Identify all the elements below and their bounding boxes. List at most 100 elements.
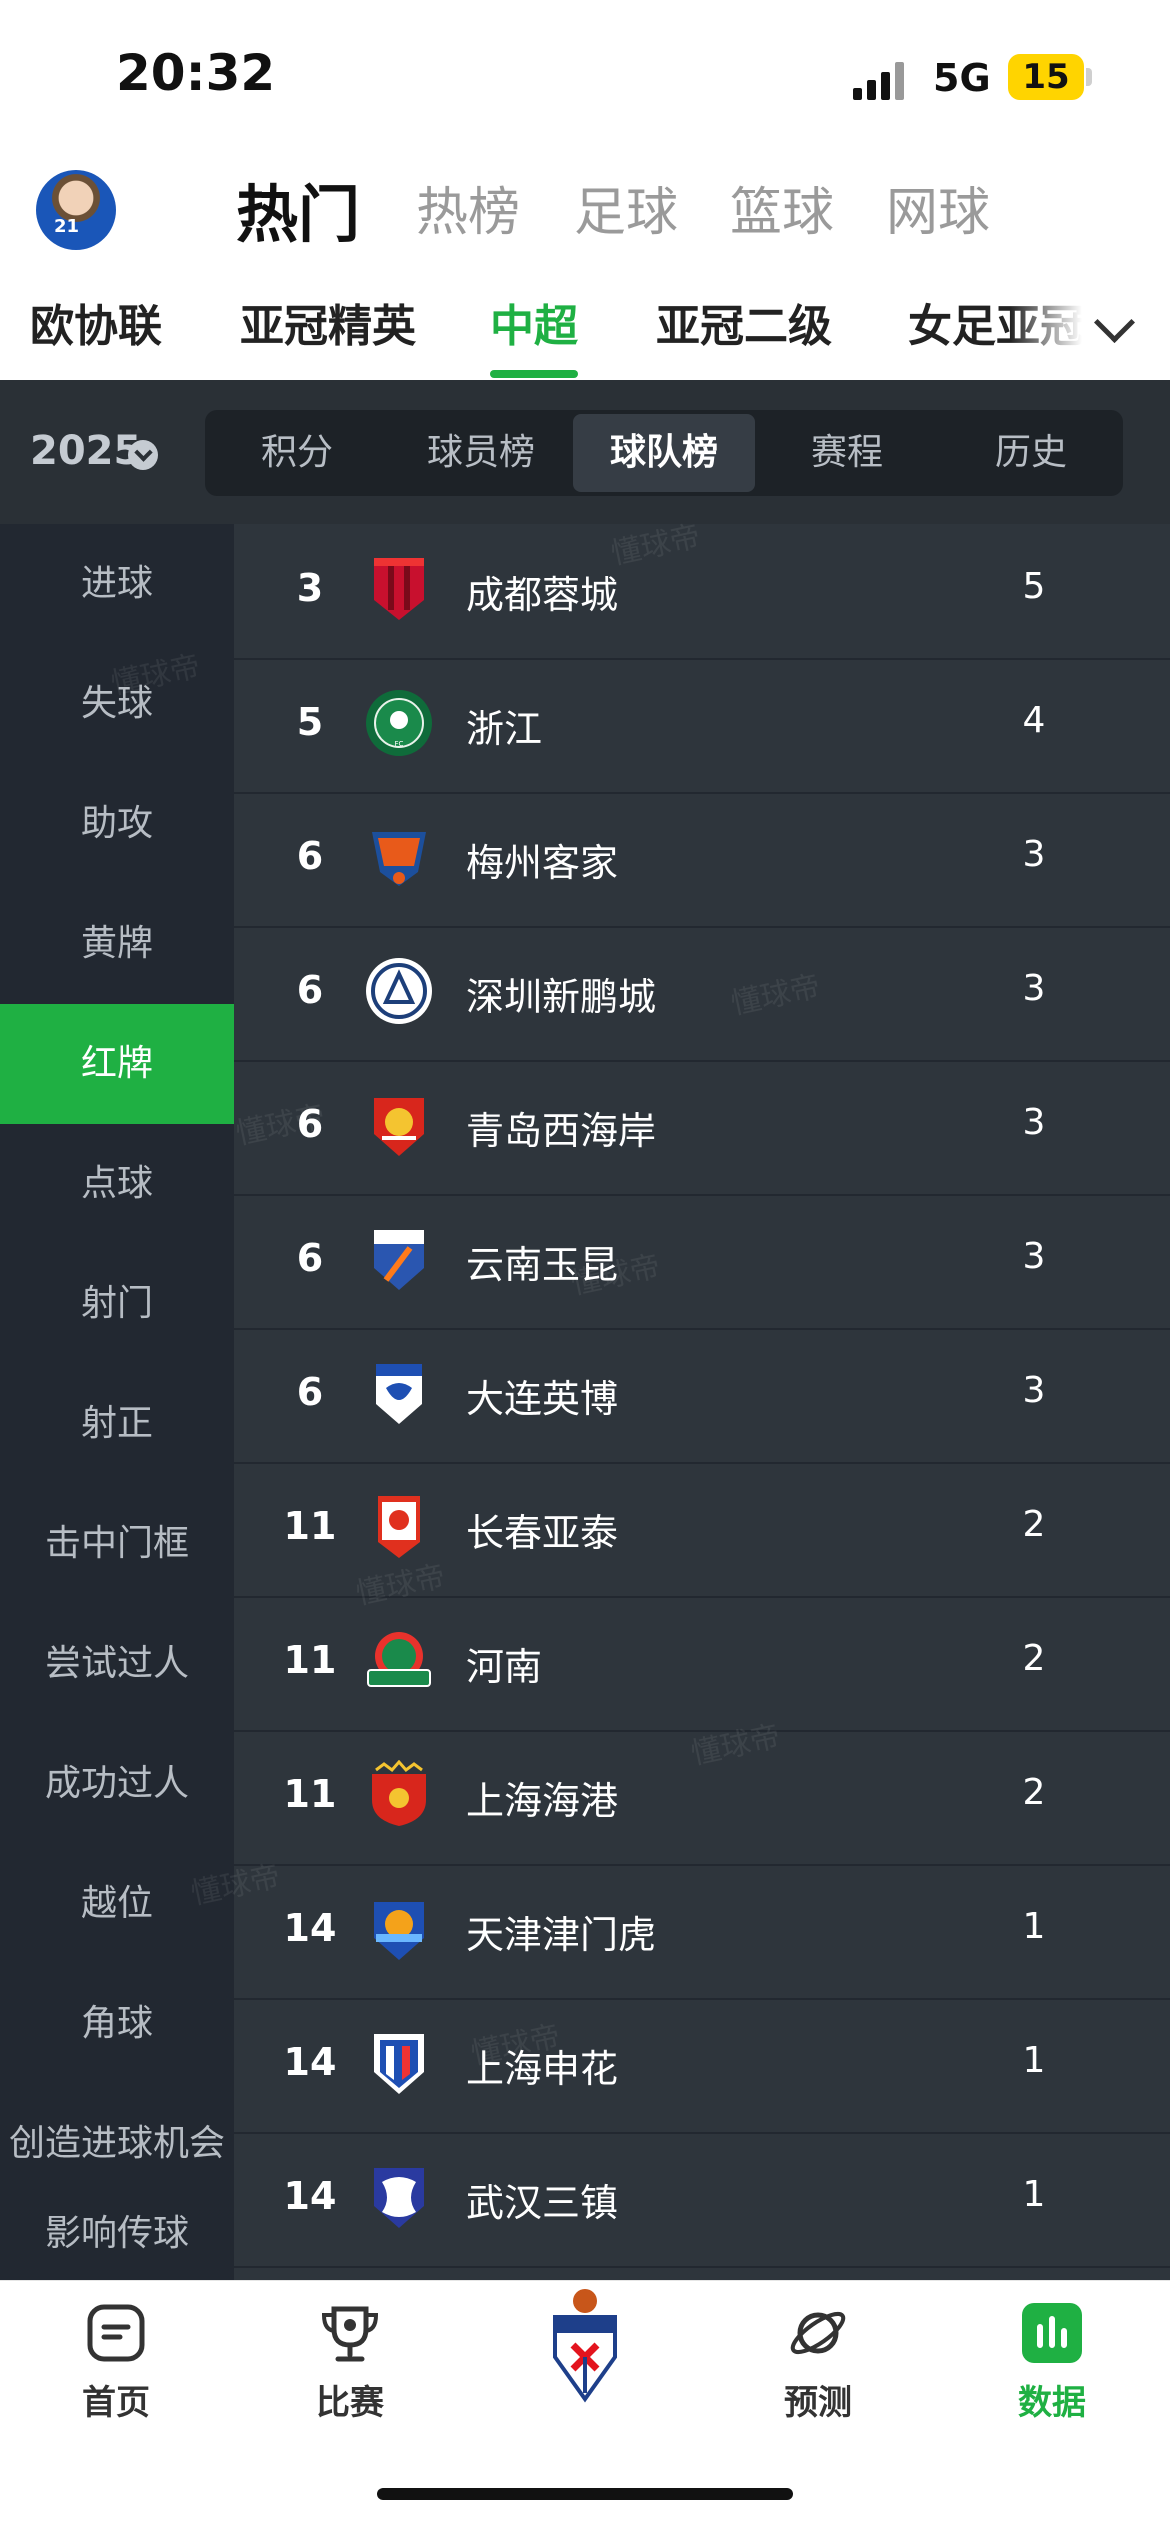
table-row[interactable]: 6 梅州客家 3 bbox=[234, 792, 1170, 928]
tab-basketball[interactable]: 篮球 bbox=[730, 170, 834, 245]
nav-predictions-label: 预测 bbox=[784, 2383, 852, 2423]
table-row[interactable]: 6 深圳新鹏城 3 bbox=[234, 926, 1170, 1062]
team-name: 浙江 bbox=[466, 707, 543, 751]
nav-data[interactable]: 数据 bbox=[962, 2301, 1142, 2424]
sidebar-item-corners[interactable]: 角球 bbox=[0, 1964, 234, 2084]
league-tab-csl[interactable]: 中超 bbox=[490, 290, 578, 354]
battery-tip bbox=[1086, 68, 1092, 86]
rank: 6 bbox=[296, 1370, 324, 1414]
battery-icon: 15 bbox=[1008, 54, 1084, 100]
nav-matches[interactable]: 比赛 bbox=[260, 2301, 440, 2424]
team-name: 大连英博 bbox=[466, 1377, 619, 1421]
chengdu-rongcheng-crest-icon bbox=[374, 558, 424, 620]
nav-data-label: 数据 bbox=[1018, 2383, 1086, 2423]
rank: 11 bbox=[283, 1638, 337, 1682]
table-row[interactable]: 11 河南 2 bbox=[234, 1596, 1170, 1732]
battery-level: 15 bbox=[1022, 57, 1070, 97]
segment-control: 积分 球员榜 球队榜 赛程 历史 bbox=[205, 410, 1123, 496]
rank: 11 bbox=[283, 1772, 337, 1816]
network-type: 5G bbox=[933, 56, 991, 100]
stat-value: 2 bbox=[1022, 1638, 1046, 1679]
home-indicator[interactable] bbox=[377, 2488, 793, 2500]
shanghai-shenhua-crest-icon bbox=[374, 2034, 424, 2094]
stat-value: 1 bbox=[1022, 2040, 1046, 2081]
league-tab-bar: 欧协联 亚冠精英 中超 亚冠二级 女足亚冠 bbox=[0, 290, 1170, 380]
tab-tennis[interactable]: 网球 bbox=[886, 170, 990, 245]
status-bar: 20:32 5G 15 bbox=[0, 0, 1170, 150]
stat-value: 3 bbox=[1022, 1236, 1046, 1277]
league-tab-acl-elite[interactable]: 亚冠精英 bbox=[240, 290, 416, 354]
sidebar-item-key-passes[interactable]: 影响传球 bbox=[0, 2204, 234, 2280]
league-tab-acl2[interactable]: 亚冠二级 bbox=[656, 290, 832, 354]
stat-value: 4 bbox=[1022, 700, 1046, 741]
sd-eibar-crest-icon bbox=[553, 2289, 617, 2403]
tianjin-jinmen-tiger-crest-icon bbox=[374, 1902, 424, 1960]
stat-value: 2 bbox=[1022, 1772, 1046, 1813]
sidebar-item-shots-on-target[interactable]: 射正 bbox=[0, 1364, 234, 1484]
yunnan-yukun-crest-icon bbox=[374, 1230, 424, 1290]
data-chart-icon bbox=[1022, 2303, 1082, 2363]
segment-standings[interactable]: 积分 bbox=[205, 410, 389, 496]
sidebar-item-dribbles-attempted[interactable]: 尝试过人 bbox=[0, 1604, 234, 1724]
sidebar-item-yellow-cards[interactable]: 黄牌 bbox=[0, 884, 234, 1004]
table-row[interactable]: 5 FC 浙江 4 bbox=[234, 658, 1170, 794]
stat-value: 3 bbox=[1022, 1370, 1046, 1411]
team-name: 梅州客家 bbox=[466, 841, 619, 885]
sidebar-item-penalties[interactable]: 点球 bbox=[0, 1124, 234, 1244]
sidebar-item-dribbles-completed[interactable]: 成功过人 bbox=[0, 1724, 234, 1844]
dalian-yingbo-crest-icon bbox=[376, 1364, 422, 1424]
team-ranking-table: 3 成都蓉城 5 5 FC 浙江 4 6 梅州客家 3 6 深圳新鹏城 3 6 bbox=[234, 524, 1170, 2280]
table-row[interactable]: 6 青岛西海岸 3 bbox=[234, 1060, 1170, 1196]
qingdao-west-coast-crest-icon bbox=[374, 1098, 424, 1156]
rank: 6 bbox=[296, 834, 324, 878]
stat-value: 3 bbox=[1022, 834, 1046, 875]
sidebar-item-assists[interactable]: 助攻 bbox=[0, 764, 234, 884]
season-selector[interactable]: 2025 bbox=[30, 428, 141, 474]
sidebar-item-red-cards[interactable]: 红牌 bbox=[0, 1004, 234, 1124]
zhejiang-crest-icon: FC bbox=[366, 690, 432, 756]
meizhou-hakka-crest-icon bbox=[372, 832, 426, 886]
tab-hot[interactable]: 热门 bbox=[236, 164, 360, 254]
nav-predictions[interactable]: 预测 bbox=[728, 2301, 908, 2424]
table-row[interactable]: 14 上海申花 1 bbox=[234, 1998, 1170, 2134]
stat-value: 5 bbox=[1022, 566, 1046, 607]
chevron-down-icon[interactable] bbox=[128, 440, 158, 470]
sidebar-item-shots[interactable]: 射门 bbox=[0, 1244, 234, 1364]
shenzhen-peng-city-crest-icon bbox=[366, 958, 432, 1024]
team-name: 河南 bbox=[466, 1645, 543, 1689]
table-row[interactable]: 3 成都蓉城 5 bbox=[234, 524, 1170, 660]
henan-crest-icon bbox=[367, 1632, 431, 1687]
sidebar-item-chances-created[interactable]: 创造进球机会 bbox=[0, 2084, 234, 2204]
rank: 6 bbox=[296, 1236, 324, 1280]
segment-player-rankings[interactable]: 球员榜 bbox=[389, 410, 573, 496]
planet-icon bbox=[790, 2311, 846, 2355]
table-row[interactable]: 14 武汉三镇 1 bbox=[234, 2132, 1170, 2268]
tab-hot-list[interactable]: 热榜 bbox=[416, 170, 520, 245]
wuhan-three-towns-crest-icon bbox=[374, 2168, 424, 2228]
table-row[interactable]: 14 天津津门虎 1 bbox=[234, 1864, 1170, 2000]
avatar[interactable]: 21 bbox=[36, 170, 116, 250]
shanghai-port-crest-icon bbox=[372, 1760, 426, 1826]
nav-favorite-team[interactable] bbox=[495, 2287, 675, 2407]
tab-football[interactable]: 足球 bbox=[574, 170, 678, 245]
trophy-icon bbox=[321, 2306, 379, 2362]
team-name: 长春亚泰 bbox=[466, 1511, 619, 1555]
cellular-signal-icon bbox=[853, 60, 913, 100]
rank: 6 bbox=[296, 968, 324, 1012]
sidebar-item-woodwork[interactable]: 击中门框 bbox=[0, 1484, 234, 1604]
team-name: 成都蓉城 bbox=[466, 573, 619, 617]
table-row[interactable]: 6 云南玉昆 3 bbox=[234, 1194, 1170, 1330]
table-row[interactable]: 6 大连英博 3 bbox=[234, 1328, 1170, 1464]
segment-schedule[interactable]: 赛程 bbox=[755, 410, 939, 496]
segment-team-rankings[interactable]: 球队榜 bbox=[573, 414, 755, 492]
stat-value: 3 bbox=[1022, 1102, 1046, 1143]
sidebar-item-goals[interactable]: 进球 bbox=[0, 524, 234, 644]
league-tab-uecl[interactable]: 欧协联 bbox=[30, 290, 162, 354]
rank: 14 bbox=[283, 1906, 337, 1950]
nav-matches-label: 比赛 bbox=[316, 2383, 384, 2423]
segment-history[interactable]: 历史 bbox=[939, 410, 1123, 496]
nav-home[interactable]: 首页 bbox=[26, 2301, 206, 2424]
team-name: 天津津门虎 bbox=[466, 1913, 657, 1957]
rank: 5 bbox=[296, 700, 324, 744]
avatar-jersey-number: 21 bbox=[54, 216, 80, 237]
